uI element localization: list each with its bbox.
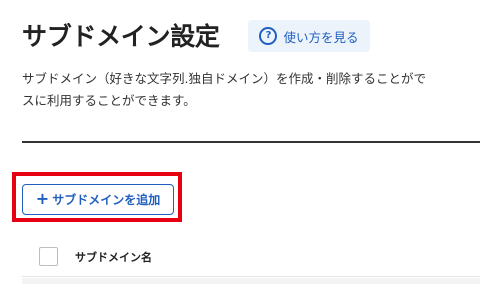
column-header-subdomain-name: サブドメイン名 — [75, 251, 152, 264]
add-subdomain-label: サブドメインを追加 — [52, 193, 161, 207]
plus-icon: + — [35, 188, 50, 208]
divider — [22, 141, 480, 143]
table-header: サブドメイン名 — [22, 240, 480, 277]
description-line-1: サブドメイン（好きな文字列.独自ドメイン）を作成・削除することがで — [22, 71, 426, 86]
question-circle-icon: ? — [259, 27, 278, 45]
table-row-placeholder — [22, 278, 480, 284]
description: サブドメイン（好きな文字列.独自ドメイン）を作成・削除することがで スに利用する… — [22, 68, 480, 112]
add-subdomain-button[interactable]: + サブドメインを追加 — [22, 184, 174, 215]
select-all-checkbox[interactable] — [39, 247, 58, 266]
help-button[interactable]: ? 使い方を見る — [248, 20, 370, 52]
page-title: サブドメイン設定 — [22, 22, 220, 51]
help-label: 使い方を見る — [283, 29, 359, 45]
description-line-2: スに利用することができます。 — [22, 93, 196, 108]
